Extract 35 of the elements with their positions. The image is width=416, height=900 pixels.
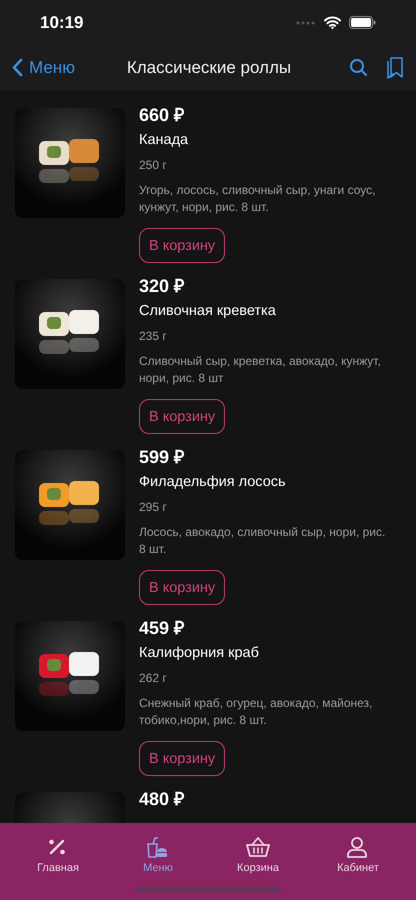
add-to-cart-button[interactable]: В корзину <box>139 741 226 776</box>
add-to-cart-button[interactable]: В корзину <box>139 570 226 605</box>
back-button[interactable]: Меню <box>12 58 75 78</box>
signal-icon <box>296 20 316 24</box>
product-price: 599 ₽ <box>139 446 184 468</box>
product-weight: 262 г <box>139 671 167 685</box>
tab-button[interactable]: Корзина <box>218 823 298 900</box>
screen-title: Классические роллы <box>126 58 292 78</box>
product-price: 320 ₽ <box>139 275 184 297</box>
chevron-left-icon <box>12 58 23 77</box>
product-name: Сливочная креветка <box>139 303 276 319</box>
tab-button[interactable]: Кабинет <box>318 823 398 900</box>
product-price: 459 ₽ <box>139 617 184 639</box>
add-to-cart-button[interactable]: В корзину <box>139 228 226 263</box>
product-price: 480 ₽ <box>139 788 184 810</box>
product-name: Калифорния краб <box>139 645 259 661</box>
wifi-icon <box>324 16 341 29</box>
tab-button[interactable]: Главная <box>18 823 98 900</box>
product-weight: 235 г <box>139 329 167 343</box>
status-time: 10:19 <box>40 12 84 32</box>
add-to-cart-button[interactable]: В корзину <box>139 399 226 434</box>
battery-icon <box>349 16 376 29</box>
product-weight: 250 г <box>139 158 167 172</box>
product-name: Канада <box>139 132 188 148</box>
product-description: Лосось, авокадо, сливочный сыр, нори, рис. 8 шт. <box>139 524 386 558</box>
product-weight: 295 г <box>139 500 167 514</box>
bookmarks-icon[interactable] <box>386 56 404 78</box>
product-description: Снежный краб, огурец, авокадо, майонез, тобико,нори, рис. 8 шт. <box>139 695 374 729</box>
product-name: Филадельфия лосось <box>139 474 286 490</box>
search-icon[interactable] <box>349 58 368 77</box>
product-price: 660 ₽ <box>139 104 184 126</box>
tab-button[interactable]: Меню <box>118 823 198 900</box>
product-description: Угорь, лосось, сливочный сыр, унаги соус, кунжут, нори, рис. 8 шт. <box>139 182 376 216</box>
basket-icon <box>245 835 271 859</box>
product-description: Сливочный сыр, креветка, авокадо, кунжут, нори, рис. 8 шт <box>139 353 382 387</box>
